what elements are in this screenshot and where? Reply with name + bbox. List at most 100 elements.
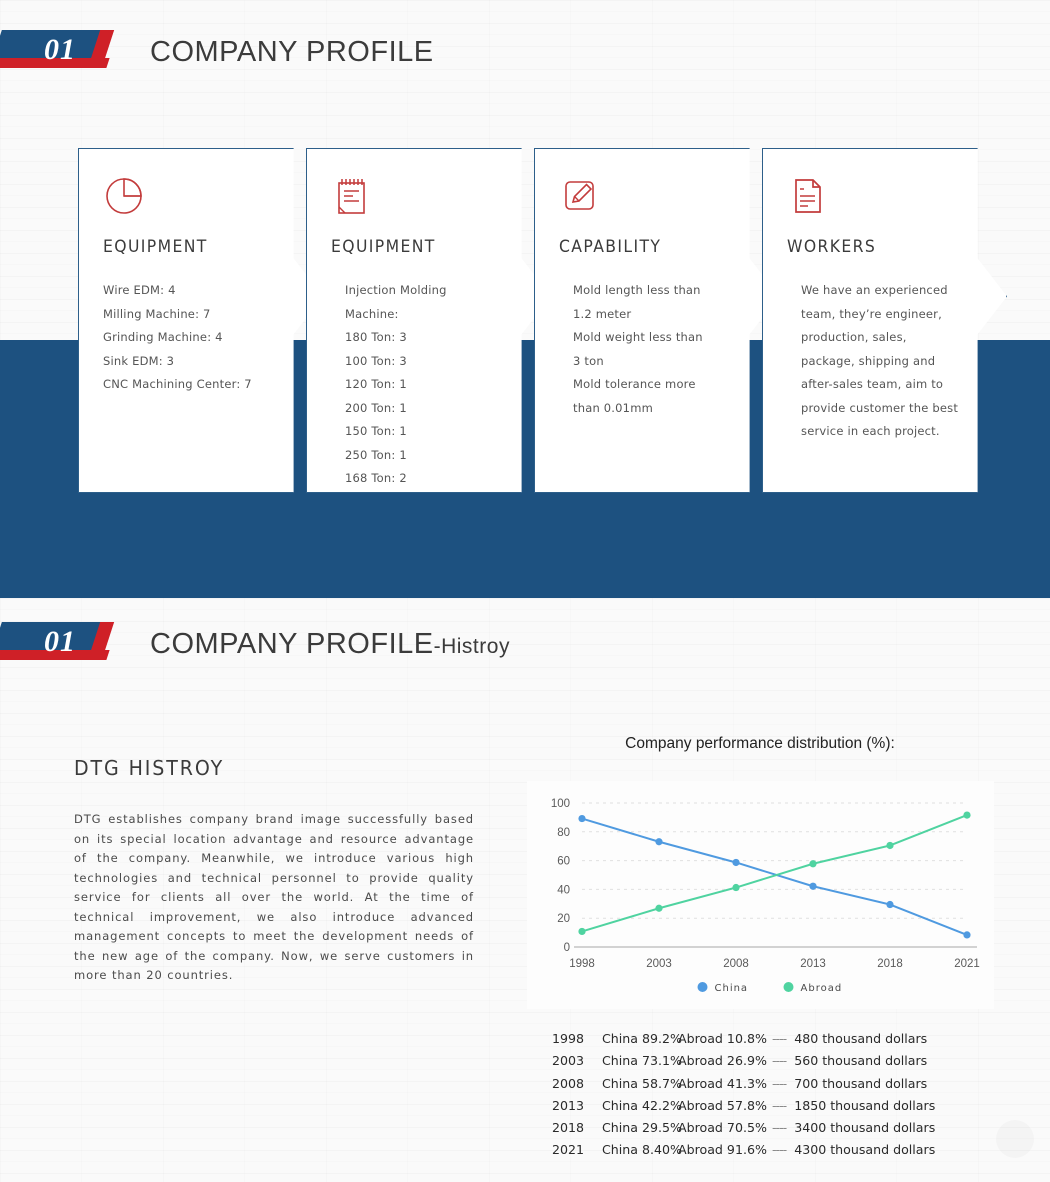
row-amount: 480 thousand dollars — [794, 1031, 928, 1046]
row-year: 2013 — [551, 1097, 584, 1113]
card-line: package, shipping and — [801, 353, 936, 368]
card-line: provide customer the best — [801, 400, 959, 415]
card-body-3: Mold length less than 1.2 meter Mold wei… — [559, 279, 754, 420]
table-row: 2018 China 29.5% Abroad 70.5% ---- 3400 … — [540, 1117, 935, 1139]
document-icon — [787, 175, 982, 225]
card-equipment-1[interactable]: EQUIPMENT Wire EDM: 4 Milling Machine: 7… — [78, 148, 323, 493]
row-abroad: Abroad 41.3% — [678, 1075, 767, 1091]
section-title-1-text: COMPANY PROFILE — [150, 35, 434, 68]
table-row: 1998 China 89.2% Abroad 10.8% ---- 480 t… — [540, 1028, 935, 1050]
row-china: China 58.7% — [602, 1075, 682, 1091]
card-line: than 0.01mm — [573, 400, 653, 415]
row-amount: 4300 thousand dollars — [794, 1142, 936, 1158]
card-body-4: We have an experienced team, they’re eng… — [787, 279, 982, 444]
card-line: Sink EDM: 3 — [103, 353, 175, 368]
card-line: after-sales team, aim to — [801, 377, 944, 391]
section-number-badge-2: 01 — [0, 622, 118, 666]
section-header-2: 01 COMPANY PROFILE-Histroy — [0, 622, 510, 666]
row-abroad: Abroad 91.6% — [678, 1142, 767, 1158]
svg-text:2008: 2008 — [723, 958, 749, 970]
pie-chart-icon — [103, 175, 298, 225]
card-line: 200 Ton: 1 — [345, 400, 407, 415]
card-line: Milling Machine: 7 — [103, 306, 211, 321]
profile-cards-row: EQUIPMENT Wire EDM: 4 Milling Machine: 7… — [78, 148, 1007, 493]
card-line: 150 Ton: 1 — [345, 424, 407, 438]
card-workers[interactable]: WORKERS We have an experienced team, the… — [762, 148, 1007, 493]
card-line: 180 Ton: 3 — [345, 330, 407, 344]
svg-text:2018: 2018 — [877, 958, 903, 970]
decorative-circle — [996, 1120, 1034, 1158]
svg-text:2021: 2021 — [954, 958, 980, 970]
svg-text:0: 0 — [564, 942, 570, 954]
row-amount: 3400 thousand dollars — [794, 1120, 936, 1136]
card-title-1: EQUIPMENT — [103, 237, 208, 257]
card-body-1: Wire EDM: 4 Milling Machine: 7 Grinding … — [103, 279, 298, 397]
card-title-2: EQUIPMENT — [331, 237, 436, 257]
card-line: team, they’re engineer, — [801, 306, 942, 321]
svg-text:20: 20 — [557, 913, 570, 925]
histroy-paragraph: DTG establishes company brand image succ… — [74, 812, 474, 982]
card-line: Mold weight less than — [573, 330, 703, 344]
card-line: Mold tolerance more — [573, 377, 696, 391]
card-body-2: Injection Molding Machine: 180 Ton: 3 10… — [331, 279, 526, 491]
table-row: 2013 China 42.2% Abroad 57.8% ---- 1850 … — [540, 1095, 935, 1117]
chart-svg: 0 20 40 60 80 100 1998 2003 2008 2013 2018 2021 Chin… — [551, 798, 980, 994]
card-line: Wire EDM: 4 — [103, 283, 176, 297]
section-title-2: COMPANY PROFILE-Histroy — [150, 628, 510, 661]
row-year: 2003 — [551, 1053, 584, 1069]
card-line: Injection Molding — [345, 283, 447, 297]
card-line: Mold length less than — [573, 283, 701, 297]
section-number-1: 01 — [44, 33, 76, 66]
card-line: service in each project. — [801, 424, 940, 438]
card-line: Machine: — [345, 306, 399, 321]
table-row: 2008 China 58.7% Abroad 41.3% ---- 700 t… — [540, 1073, 935, 1095]
row-dash: ---- — [772, 1120, 787, 1136]
row-abroad: Abroad 10.8% — [678, 1031, 767, 1046]
row-dash: ---- — [772, 1075, 787, 1091]
card-capability[interactable]: CAPABILITY Mold length less than 1.2 met… — [534, 148, 779, 493]
slide-page: 01 COMPANY PROFILE EQUIPMENT Wire EDM: 4… — [0, 0, 1050, 1182]
svg-text:Abroad: Abroad — [801, 983, 843, 994]
row-abroad: Abroad 26.9% — [678, 1053, 767, 1069]
card-title-3: CAPABILITY — [559, 237, 662, 257]
card-line: Grinding Machine: 4 — [103, 330, 223, 344]
row-dash: ---- — [772, 1097, 787, 1113]
row-year: 2018 — [551, 1120, 584, 1136]
svg-text:2013: 2013 — [800, 958, 826, 970]
section-title-2-text: COMPANY PROFILE — [150, 627, 434, 660]
section-number-badge-1: 01 — [0, 30, 118, 74]
svg-text:China: China — [715, 983, 749, 994]
row-china: China 89.2% — [602, 1031, 682, 1046]
row-amount: 700 thousand dollars — [794, 1075, 928, 1091]
row-dash: ---- — [772, 1142, 787, 1158]
performance-data-list: 1998 China 89.2% Abroad 10.8% ---- 480 t… — [540, 1028, 935, 1162]
section-title-2-suffix: -Histroy — [433, 634, 510, 658]
svg-text:60: 60 — [557, 856, 570, 868]
row-year: 1998 — [551, 1031, 584, 1046]
chart-title: Company performance distribution (%): — [625, 735, 895, 752]
notepad-icon — [331, 175, 526, 225]
card-line: CNC Machining Center: 7 — [103, 377, 252, 391]
section-title-1: COMPANY PROFILE — [150, 36, 434, 69]
row-dash: ---- — [772, 1031, 787, 1046]
card-line: We have an experienced — [801, 283, 948, 297]
row-amount: 1850 thousand dollars — [794, 1097, 936, 1113]
card-line: 3 ton — [573, 353, 604, 368]
card-line: 1.2 meter — [573, 306, 632, 321]
table-row: 2003 China 73.1% Abroad 26.9% ---- 560 t… — [540, 1050, 935, 1072]
row-china: China 73.1% — [602, 1053, 682, 1069]
card-line: 250 Ton: 1 — [345, 447, 407, 462]
svg-text:1998: 1998 — [569, 958, 595, 970]
pencil-edit-icon — [559, 175, 754, 225]
table-row: 2021 China 8.40% Abroad 91.6% ---- 4300 … — [540, 1139, 935, 1161]
row-china: China 29.5% — [602, 1120, 682, 1136]
histroy-heading: DTG HISTROY — [74, 756, 225, 780]
svg-text:40: 40 — [557, 884, 570, 896]
card-title-4: WORKERS — [787, 237, 877, 257]
row-abroad: Abroad 57.8% — [678, 1097, 767, 1113]
performance-line-chart[interactable]: 0 20 40 60 80 100 1998 2003 2008 2013 2018 2021 Chin… — [527, 781, 994, 1009]
row-year: 2021 — [551, 1142, 584, 1158]
svg-text:80: 80 — [557, 827, 570, 839]
card-equipment-2[interactable]: EQUIPMENT Injection Molding Machine: 180… — [306, 148, 551, 493]
row-abroad: Abroad 70.5% — [678, 1120, 767, 1136]
